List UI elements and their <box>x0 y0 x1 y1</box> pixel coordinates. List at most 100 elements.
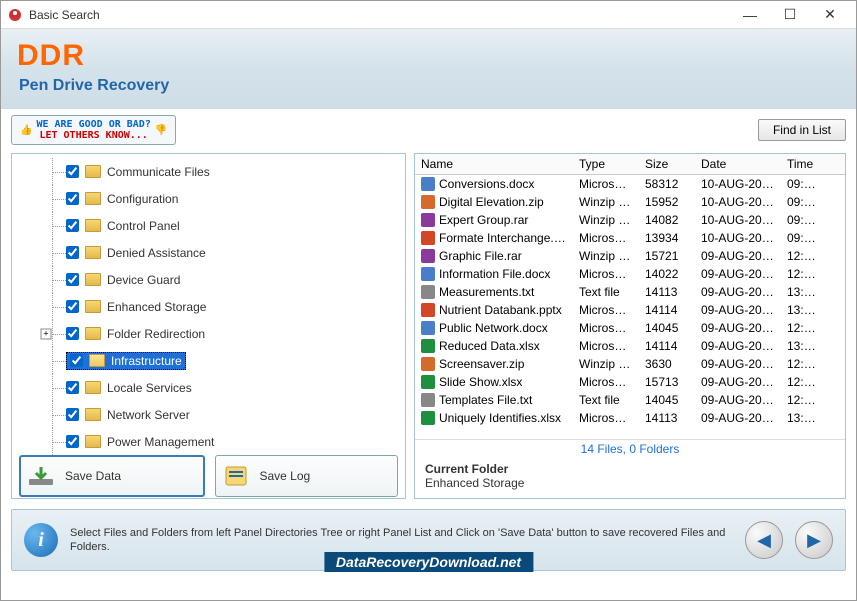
file-name: Public Network.docx <box>439 321 548 335</box>
tree-item[interactable]: Enhanced Storage <box>12 293 405 320</box>
list-row[interactable]: Expert Group.rarWinzip File1408210-AUG-2… <box>415 211 845 229</box>
file-time: 12:58 <box>781 246 823 266</box>
tree-checkbox[interactable] <box>70 354 83 367</box>
col-date[interactable]: Date <box>695 154 781 174</box>
list-row[interactable]: Reduced Data.xlsxMicrosoft...1411409-AUG… <box>415 337 845 355</box>
save-log-button[interactable]: Save Log <box>215 455 399 497</box>
file-date: 09-AUG-2023 <box>695 264 781 284</box>
banner: DDR Pen Drive Recovery <box>1 29 856 109</box>
titlebar: Basic Search — ☐ ✕ <box>1 1 856 29</box>
file-type: Microsoft... <box>573 336 639 356</box>
file-type: Microsoft... <box>573 228 639 248</box>
file-type: Winzip File <box>573 354 639 374</box>
tree-item[interactable]: Infrastructure <box>12 347 405 374</box>
file-icon <box>421 357 435 371</box>
tree-item[interactable]: +Folder Redirection <box>12 320 405 347</box>
tree-item-label: Control Panel <box>107 219 180 233</box>
file-date: 10-AUG-2023 <box>695 192 781 212</box>
tree-item[interactable]: Denied Assistance <box>12 239 405 266</box>
file-type: Winzip File <box>573 210 639 230</box>
tree-item-label: Enhanced Storage <box>107 300 206 314</box>
find-in-list-button[interactable]: Find in List <box>758 119 846 141</box>
file-size: 14082 <box>639 210 695 230</box>
next-button[interactable]: ▶ <box>795 521 833 559</box>
folder-icon <box>85 300 101 313</box>
tree-checkbox[interactable] <box>66 192 79 205</box>
list-row[interactable]: Public Network.docxMicrosoft...1404509-A… <box>415 319 845 337</box>
file-name: Screensaver.zip <box>439 357 524 371</box>
folder-icon <box>85 219 101 232</box>
file-date: 09-AUG-2023 <box>695 408 781 428</box>
tree-item[interactable]: Communicate Files <box>12 158 405 185</box>
save-data-icon <box>27 465 55 487</box>
tree-checkbox[interactable] <box>66 273 79 286</box>
save-log-icon <box>222 465 250 487</box>
col-name[interactable]: Name <box>415 154 573 174</box>
list-row[interactable]: Graphic File.rarWinzip File1572109-AUG-2… <box>415 247 845 265</box>
file-size: 14114 <box>639 336 695 356</box>
list-row[interactable]: Conversions.docxMicrosoft...5831210-AUG-… <box>415 175 845 193</box>
close-button[interactable]: ✕ <box>810 1 850 29</box>
tree-checkbox[interactable] <box>66 408 79 421</box>
tree-item[interactable]: Control Panel <box>12 212 405 239</box>
tree-item-label: Configuration <box>107 192 178 206</box>
col-size[interactable]: Size <box>639 154 695 174</box>
current-folder: Current Folder Enhanced Storage <box>415 458 845 498</box>
file-date: 09-AUG-2023 <box>695 336 781 356</box>
tree-item[interactable]: Network Server <box>12 401 405 428</box>
file-type: Microsoft... <box>573 318 639 338</box>
file-size: 3630 <box>639 354 695 374</box>
list-row[interactable]: Digital Elevation.zipWinzip File1595210-… <box>415 193 845 211</box>
file-list-panel: Name Type Size Date Time Conversions.doc… <box>414 153 846 499</box>
list-row[interactable]: Templates File.txtText file1404509-AUG-2… <box>415 391 845 409</box>
tree-checkbox[interactable] <box>66 381 79 394</box>
file-icon <box>421 303 435 317</box>
list-row[interactable]: Formate Interchange.pptxMicrosoft...1393… <box>415 229 845 247</box>
list-row[interactable]: Slide Show.xlsxMicrosoft...1571309-AUG-2… <box>415 373 845 391</box>
list-row[interactable]: Uniquely Identifies.xlsxMicrosoft...1411… <box>415 409 845 427</box>
tree-checkbox[interactable] <box>66 327 79 340</box>
feedback-button[interactable]: 👍 WE ARE GOOD OR BAD? LET OTHERS KNOW...… <box>11 115 176 145</box>
save-log-label: Save Log <box>260 469 311 483</box>
list-row[interactable]: Information File.docxMicrosoft...1402209… <box>415 265 845 283</box>
tree-item[interactable]: Device Guard <box>12 266 405 293</box>
col-time[interactable]: Time <box>781 154 823 174</box>
folder-icon <box>85 273 101 286</box>
file-icon <box>421 375 435 389</box>
col-type[interactable]: Type <box>573 154 639 174</box>
file-date: 09-AUG-2023 <box>695 300 781 320</box>
tree-item[interactable]: Configuration <box>12 185 405 212</box>
thumbs-down-icon: 👎 <box>155 125 167 136</box>
tree-item[interactable]: Locale Services <box>12 374 405 401</box>
expand-icon[interactable]: + <box>41 328 52 339</box>
file-date: 09-AUG-2023 <box>695 390 781 410</box>
maximize-button[interactable]: ☐ <box>770 1 810 29</box>
file-date: 09-AUG-2023 <box>695 372 781 392</box>
info-icon: i <box>24 523 58 557</box>
file-size: 14113 <box>639 408 695 428</box>
tree-checkbox[interactable] <box>66 219 79 232</box>
website-label: DataRecoveryDownload.net <box>324 552 533 572</box>
file-size: 14114 <box>639 300 695 320</box>
file-count-status: 14 Files, 0 Folders <box>415 439 845 458</box>
file-time: 12:59 <box>781 372 823 392</box>
list-row[interactable]: Nutrient Databank.pptxMicrosoft...141140… <box>415 301 845 319</box>
save-data-button[interactable]: Save Data <box>19 455 205 497</box>
brand-logo: DDR <box>17 41 840 71</box>
file-icon <box>421 321 435 335</box>
file-date: 09-AUG-2023 <box>695 354 781 374</box>
list-body[interactable]: Conversions.docxMicrosoft...5831210-AUG-… <box>415 175 845 439</box>
file-name: Templates File.txt <box>439 393 532 407</box>
list-row[interactable]: Measurements.txtText file1411309-AUG-202… <box>415 283 845 301</box>
file-time: 12:59 <box>781 354 823 374</box>
minimize-button[interactable]: — <box>730 1 770 29</box>
prev-button[interactable]: ◀ <box>745 521 783 559</box>
file-icon <box>421 285 435 299</box>
tree-checkbox[interactable] <box>66 246 79 259</box>
list-row[interactable]: Screensaver.zip Winzip File363009-AUG-202… <box>415 355 845 373</box>
file-date: 09-AUG-2023 <box>695 246 781 266</box>
tree-checkbox[interactable] <box>66 300 79 313</box>
file-name: Graphic File.rar <box>439 249 522 263</box>
folder-icon <box>85 408 101 421</box>
tree-checkbox[interactable] <box>66 165 79 178</box>
